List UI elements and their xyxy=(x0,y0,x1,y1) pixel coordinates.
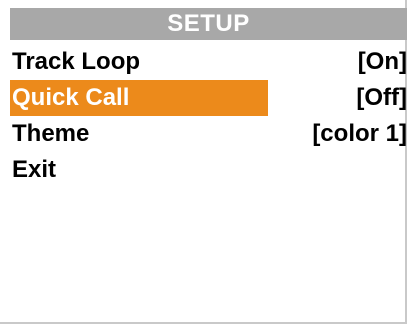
menu-item-theme[interactable]: Theme [color 1] xyxy=(10,116,407,152)
menu-item-track-loop[interactable]: Track Loop [On] xyxy=(10,44,407,80)
menu-item-value: [Off] xyxy=(356,84,407,111)
setup-title-bar: SETUP xyxy=(10,8,407,40)
menu-item-value: [color 1] xyxy=(312,120,407,147)
menu-item-value: [On] xyxy=(357,48,407,75)
setup-menu: Track Loop [On] Quick Call [Off] Theme [… xyxy=(10,44,407,188)
menu-item-label: Exit xyxy=(12,156,57,183)
page-title: SETUP xyxy=(167,10,250,37)
device-screen: SETUP Track Loop [On] Quick Call [Off] T… xyxy=(0,0,409,326)
menu-item-exit[interactable]: Exit xyxy=(10,152,407,188)
menu-item-label: Theme xyxy=(12,120,90,147)
menu-item-quick-call[interactable]: Quick Call [Off] xyxy=(10,80,407,116)
menu-item-label: Quick Call xyxy=(10,80,268,116)
menu-item-label: Track Loop xyxy=(12,48,141,75)
